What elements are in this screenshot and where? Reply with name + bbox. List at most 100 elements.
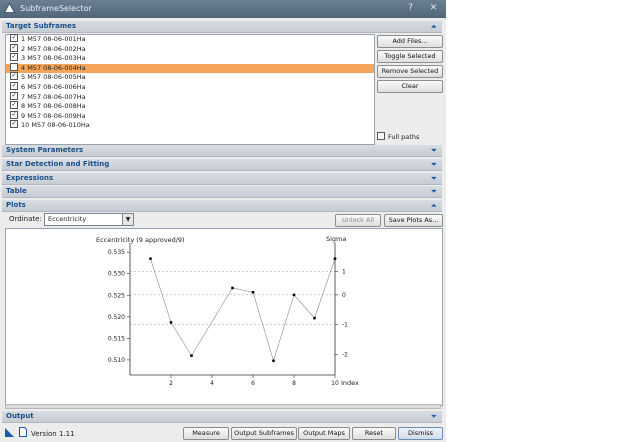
section-title: Table [6,187,27,195]
y-tick-label: 0.530 [108,271,125,278]
full-paths-checkbox[interactable]: Full paths [377,132,420,141]
chart-title: Eccentricity (9 approved/9) [96,236,185,244]
series-line [150,258,336,362]
data-point [190,354,193,358]
subframe-checkbox[interactable]: ✓ [10,91,18,100]
output-subframes-button[interactable]: Output Subframes [231,427,297,440]
subframe-checkbox[interactable]: ✓ [10,72,18,81]
expand-icon[interactable]: ⏷ [431,159,437,170]
subframe-label: 8 M57 08-06-008Ha [21,102,86,111]
y-tick-label: 0.520 [108,314,125,321]
y-tick-label: 0.525 [108,292,125,299]
desktop-background [446,0,640,442]
dismiss-button[interactable]: Dismiss [398,427,443,440]
title-bar: SubframeSelector ? ✕ [0,0,446,18]
x-tick-label: 8 [292,380,296,387]
version-label: Version 1.11 [31,430,75,438]
list-item[interactable]: ✓ 9 M57 08-06-009Ha [6,110,374,122]
section-title: Star Detection and Fitting [6,160,110,168]
collapse-icon[interactable]: ⏶ [431,200,437,211]
collapse-icon[interactable]: ⏶ [431,21,437,32]
subframe-label: 2 M57 08-06-002Ha [21,44,86,53]
subframe-checkbox[interactable]: ✓ [10,81,18,90]
new-instance-icon[interactable] [5,428,14,437]
section-title: Target Subframes [6,22,77,30]
x-axis-title: Index [341,379,359,387]
data-point [149,257,152,261]
subframe-checkbox[interactable]: ✓ [10,34,18,42]
measure-button[interactable]: Measure [183,427,229,440]
list-item[interactable]: ✓ 7 M57 08-06-007Ha [6,91,374,103]
subframe-checkbox[interactable]: ✓ [10,43,18,52]
x-tick-label: 10 [331,380,339,387]
section-output[interactable]: Output ⏷ [2,411,442,423]
section-title: Expressions [6,174,54,182]
list-item[interactable]: ✓ 6 M57 08-06-006Ha [6,81,374,93]
section-table[interactable]: Table ⏷ [2,186,442,198]
x-tick-label: 6 [251,380,255,387]
section-target-subframes[interactable]: Target Subframes ⏶ [2,21,442,33]
eccentricity-chart[interactable]: Eccentricity (9 approved/9) Sigma Index 0.5… [6,229,442,405]
subframe-label: 4 M57 08-06-004Ha [21,63,86,72]
sigma-tick-label: 1 [342,269,346,276]
list-item[interactable]: 4 M57 08-06-004Ha [6,62,374,74]
x-tick-label: 2 [169,380,173,387]
list-item[interactable]: ✓ 5 M57 08-06-005Ha [6,72,374,83]
add-files-button[interactable]: Add Files... [377,35,443,48]
ordinate-select[interactable]: Eccentricity ▼ [44,213,134,226]
unlock-all-button[interactable]: Unlock All [335,214,381,227]
subframe-checkbox[interactable]: ✓ [10,101,18,110]
full-paths-box[interactable] [377,132,385,140]
subframe-label: 7 M57 08-06-007Ha [21,92,86,101]
list-item[interactable]: ✓ 2 M57 08-06-002Ha [6,43,374,55]
subframe-selector-window: SubframeSelector ? ✕ Target Subframes ⏶ … [0,0,446,442]
documentation-icon[interactable] [19,427,27,437]
subframe-label: 3 M57 08-06-003Ha [21,54,86,63]
subframe-checkbox[interactable]: ✓ [10,120,18,129]
data-point [272,359,275,363]
chevron-down-icon[interactable]: ▼ [122,214,133,225]
sigma-tick-label: -1 [342,322,348,329]
app-icon [4,3,15,13]
data-point [231,286,234,290]
data-point [333,257,337,261]
subframe-list[interactable]: ✓ 1 M57 08-06-001Ha ✓ 2 M57 08-06-002Ha ✓ 3 M… [5,34,375,145]
save-plots-button[interactable]: Save Plots As... [384,214,443,227]
toggle-selected-button[interactable]: Toggle Selected [377,50,443,63]
help-icon[interactable]: ? [405,3,416,14]
expand-icon[interactable]: ⏷ [431,411,437,422]
expand-icon[interactable]: ⏷ [431,145,437,156]
plot-panel[interactable]: Eccentricity (9 approved/9) Sigma Index 0.5… [5,228,443,406]
y-tick-label: 0.535 [108,249,125,256]
reset-button[interactable]: Reset [352,427,396,440]
list-item[interactable]: ✓ 1 M57 08-06-001Ha [6,34,374,45]
subframe-label: 1 M57 08-06-001Ha [21,35,86,43]
subframe-label: 9 M57 08-06-009Ha [21,111,86,120]
list-item[interactable]: ✓ 8 M57 08-06-008Ha [6,101,374,112]
subframe-checkbox[interactable] [10,62,18,71]
close-icon[interactable]: ✕ [428,3,439,14]
sigma-axis-title: Sigma [326,235,346,243]
remove-selected-button[interactable]: Remove Selected [377,65,443,78]
ordinate-value: Eccentricity [48,215,87,223]
sigma-tick-label: 0 [342,292,346,299]
data-point [251,290,255,294]
window-title: SubframeSelector [20,4,92,13]
subframe-checkbox[interactable]: ✓ [10,53,18,62]
clear-button[interactable]: Clear [377,80,443,93]
list-item[interactable]: ✓ 10 M57 08-06-010Ha [6,120,374,131]
full-paths-label: Full paths [388,133,420,141]
list-item[interactable]: ✓ 3 M57 08-06-003Ha [6,53,374,64]
expand-icon[interactable]: ⏷ [431,186,437,197]
expand-icon[interactable]: ⏷ [431,173,437,184]
output-maps-button[interactable]: Output Maps [298,427,350,440]
section-expressions[interactable]: Expressions ⏷ [2,173,442,185]
section-system-parameters[interactable]: System Parameters ⏷ [2,145,442,157]
section-plots[interactable]: Plots ⏶ [2,200,442,212]
section-star-detection[interactable]: Star Detection and Fitting ⏷ [2,159,442,171]
ordinate-label: Ordinate: [9,215,42,223]
data-point [292,293,296,297]
subframe-checkbox[interactable]: ✓ [10,110,18,119]
section-title: Output [6,412,34,420]
horizontal-scrollbar[interactable] [5,404,441,409]
